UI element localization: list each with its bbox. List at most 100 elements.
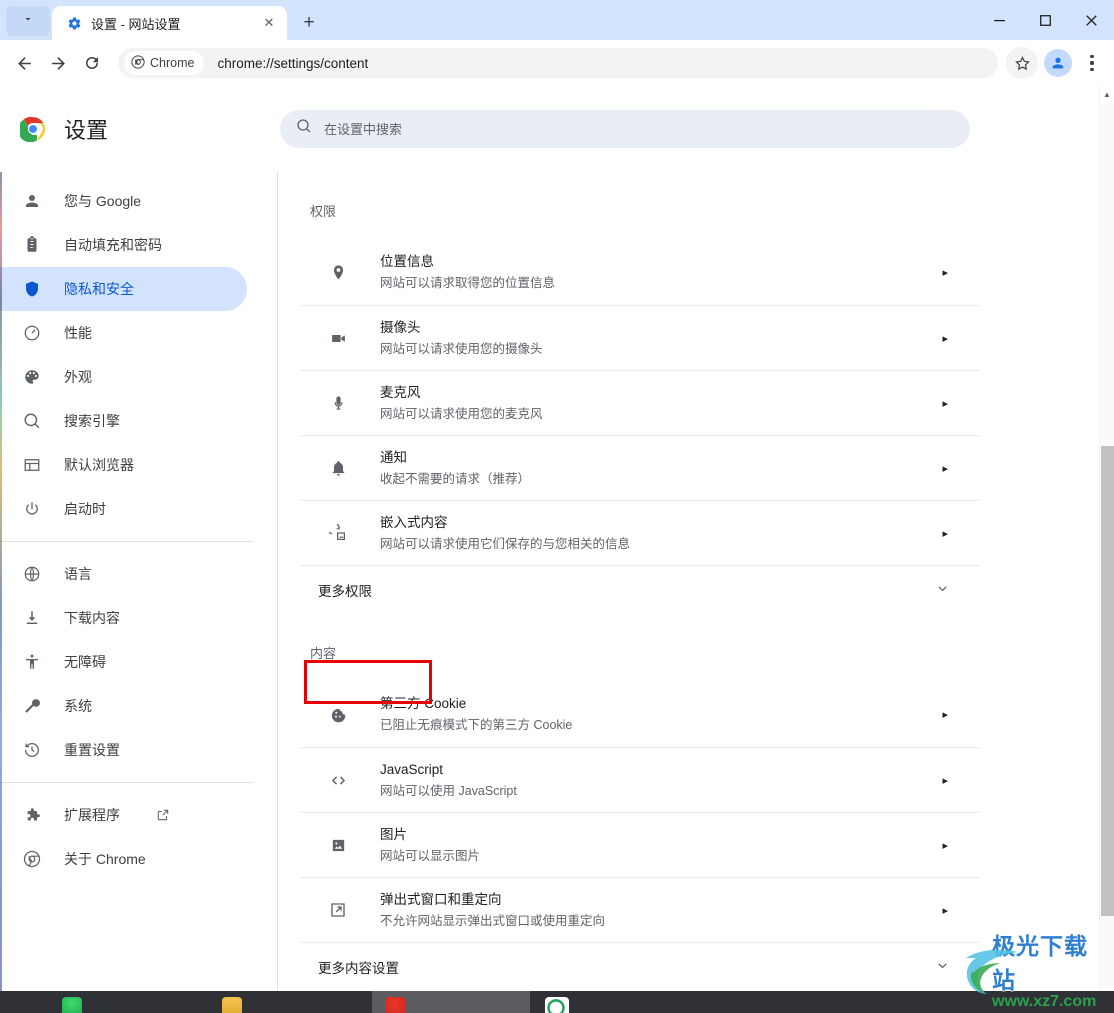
chevron-right-icon[interactable]: ▸ bbox=[942, 332, 948, 345]
browser-icon bbox=[22, 455, 42, 475]
taskbar-icon-1[interactable] bbox=[62, 997, 82, 1013]
sidebar-item-on-startup[interactable]: 启动时 bbox=[0, 487, 247, 531]
row-subtitle: 网站可以请求使用它们保存的与您相关的信息 bbox=[380, 536, 631, 551]
sidebar-divider bbox=[0, 541, 253, 542]
scrollbar-thumb[interactable] bbox=[1101, 446, 1114, 916]
sidebar-item-default-browser[interactable]: 默认浏览器 bbox=[0, 443, 247, 487]
location-pin-icon bbox=[328, 263, 348, 283]
chevron-right-icon[interactable]: ▸ bbox=[942, 774, 948, 787]
content-row-third-party-cookies[interactable]: 第三方 Cookie 已阻止无痕模式下的第三方 Cookie ▸ bbox=[300, 682, 980, 747]
chevron-right-icon[interactable]: ▸ bbox=[942, 708, 948, 721]
sidebar-item-languages[interactable]: 语言 bbox=[0, 552, 247, 596]
globe-icon bbox=[22, 564, 42, 584]
taskbar-icon-2[interactable] bbox=[222, 997, 242, 1013]
page-scrollbar[interactable]: ▲ bbox=[1099, 86, 1114, 991]
search-placeholder: 在设置中搜索 bbox=[324, 122, 403, 137]
sidebar-item-label: 重置设置 bbox=[64, 742, 120, 758]
browser-tab[interactable]: 设置 - 网站设置 ✕ bbox=[52, 6, 287, 40]
sidebar-item-autofill[interactable]: 自动填充和密码 bbox=[0, 223, 247, 267]
star-icon[interactable] bbox=[1006, 47, 1038, 79]
content-row-images[interactable]: 图片 网站可以显示图片 ▸ bbox=[300, 812, 980, 877]
sidebar-item-label: 启动时 bbox=[64, 501, 106, 517]
permission-row-notifications[interactable]: 通知 收起不需要的请求（推荐） ▸ bbox=[300, 435, 980, 500]
permission-row-embedded-content[interactable]: 嵌入式内容 网站可以请求使用它们保存的与您相关的信息 ▸ bbox=[300, 500, 980, 565]
sidebar-item-privacy-and-security[interactable]: 隐私和安全 bbox=[0, 267, 247, 311]
settings-search-wrapper: 在设置中搜索 bbox=[280, 109, 1090, 148]
address-bar[interactable]: Chrome chrome://settings/content bbox=[118, 48, 998, 78]
forward-arrow-icon[interactable] bbox=[42, 47, 74, 79]
content-row-text: JavaScript 网站可以使用 JavaScript bbox=[380, 760, 942, 801]
three-dots-icon[interactable] bbox=[1078, 47, 1106, 79]
sidebar-item-label: 隐私和安全 bbox=[64, 281, 134, 297]
row-subtitle: 不允许网站显示弹出式窗口或使用重定向 bbox=[380, 913, 606, 928]
browser-toolbar: Chrome chrome://settings/content bbox=[0, 40, 1114, 86]
permission-row-camera[interactable]: 摄像头 网站可以请求使用您的摄像头 ▸ bbox=[300, 305, 980, 370]
chevron-right-icon[interactable]: ▸ bbox=[942, 839, 948, 852]
chrome-icon bbox=[131, 54, 145, 72]
avatar-icon[interactable] bbox=[1044, 49, 1072, 77]
chevron-right-icon[interactable]: ▸ bbox=[942, 266, 948, 279]
sidebar-item-label: 语言 bbox=[64, 566, 92, 582]
search-input[interactable]: 在设置中搜索 bbox=[280, 109, 970, 148]
maximize-button[interactable] bbox=[1022, 0, 1068, 40]
search-icon bbox=[296, 118, 312, 139]
row-title: 图片 bbox=[380, 826, 407, 842]
sidebar-item-label: 搜索引擎 bbox=[64, 413, 120, 429]
sidebar-item-reset-settings[interactable]: 重置设置 bbox=[0, 728, 247, 772]
sidebar-item-about-chrome[interactable]: 关于 Chrome bbox=[0, 837, 247, 881]
more-permissions-expander[interactable]: 更多权限 bbox=[300, 565, 980, 613]
content-row-javascript[interactable]: JavaScript 网站可以使用 JavaScript ▸ bbox=[300, 747, 980, 812]
scrollbar-up-arrow[interactable]: ▲ bbox=[1100, 86, 1114, 103]
chrome-icon bbox=[22, 849, 42, 869]
sidebar-item-label: 默认浏览器 bbox=[64, 457, 134, 473]
chevron-right-icon[interactable]: ▸ bbox=[942, 904, 948, 917]
row-title: 麦克风 bbox=[380, 384, 421, 400]
sidebar-item-label: 无障碍 bbox=[64, 654, 106, 670]
url-text: chrome://settings/content bbox=[217, 55, 369, 71]
sidebar-item-accessibility[interactable]: 无障碍 bbox=[0, 640, 247, 684]
sidebar-item-label: 系统 bbox=[64, 698, 92, 714]
chrome-chip: Chrome bbox=[124, 51, 205, 75]
os-taskbar bbox=[0, 991, 1114, 1013]
taskbar-icon-3[interactable] bbox=[385, 997, 405, 1013]
tab-search-button[interactable] bbox=[6, 6, 50, 36]
clipboard-icon bbox=[22, 235, 42, 255]
chevron-right-icon[interactable]: ▸ bbox=[942, 397, 948, 410]
more-content-settings-expander[interactable]: 更多内容设置 bbox=[300, 942, 980, 990]
cookie-icon bbox=[328, 705, 348, 725]
sidebar-item-system[interactable]: 系统 bbox=[0, 684, 247, 728]
sidebar-item-downloads[interactable]: 下载内容 bbox=[0, 596, 247, 640]
content-row-text: 第三方 Cookie 已阻止无痕模式下的第三方 Cookie bbox=[380, 694, 942, 735]
permission-row-location[interactable]: 位置信息 网站可以请求取得您的位置信息 ▸ bbox=[300, 240, 980, 305]
row-title: 通知 bbox=[380, 449, 407, 465]
reload-icon[interactable] bbox=[76, 47, 108, 79]
sidebar-item-label: 自动填充和密码 bbox=[64, 237, 162, 253]
row-title: 摄像头 bbox=[380, 319, 421, 335]
permission-row-microphone[interactable]: 麦克风 网站可以请求使用您的麦克风 ▸ bbox=[300, 370, 980, 435]
wrench-icon bbox=[22, 696, 42, 716]
chevron-right-icon[interactable]: ▸ bbox=[942, 527, 948, 540]
taskbar-icon-4[interactable] bbox=[545, 997, 569, 1013]
back-arrow-icon[interactable] bbox=[8, 47, 40, 79]
external-link-icon bbox=[156, 808, 170, 822]
permission-row-text: 位置信息 网站可以请求取得您的位置信息 bbox=[380, 252, 942, 293]
sidebar-item-performance[interactable]: 性能 bbox=[0, 311, 247, 355]
sidebar-item-label: 性能 bbox=[64, 325, 92, 341]
chevron-down-icon[interactable] bbox=[935, 958, 950, 976]
permissions-heading: 权限 bbox=[310, 204, 337, 219]
sidebar-item-appearance[interactable]: 外观 bbox=[0, 355, 247, 399]
sidebar-item-extensions[interactable]: 扩展程序 bbox=[0, 793, 247, 837]
settings-card: 权限 位置信息 网站可以请求取得您的位置信息 ▸ 摄像头 网站可以请求使用您的摄… bbox=[300, 171, 980, 990]
sidebar-item-search-engine[interactable]: 搜索引擎 bbox=[0, 399, 247, 443]
chevron-right-icon[interactable]: ▸ bbox=[942, 462, 948, 475]
tab-close-button[interactable]: ✕ bbox=[259, 13, 279, 33]
minimize-button[interactable] bbox=[976, 0, 1022, 40]
chevron-down-icon[interactable] bbox=[935, 581, 950, 599]
content-row-popups-redirects[interactable]: 弹出式窗口和重定向 不允许网站显示弹出式窗口或使用重定向 ▸ bbox=[300, 877, 980, 942]
close-button[interactable] bbox=[1068, 0, 1114, 40]
new-tab-button[interactable]: + bbox=[295, 9, 323, 37]
sidebar-item-you-and-google[interactable]: 您与 Google bbox=[0, 179, 247, 223]
window-edge-artifact bbox=[0, 172, 2, 1013]
toolbar-right-actions bbox=[1006, 47, 1106, 79]
shield-icon bbox=[22, 279, 42, 299]
